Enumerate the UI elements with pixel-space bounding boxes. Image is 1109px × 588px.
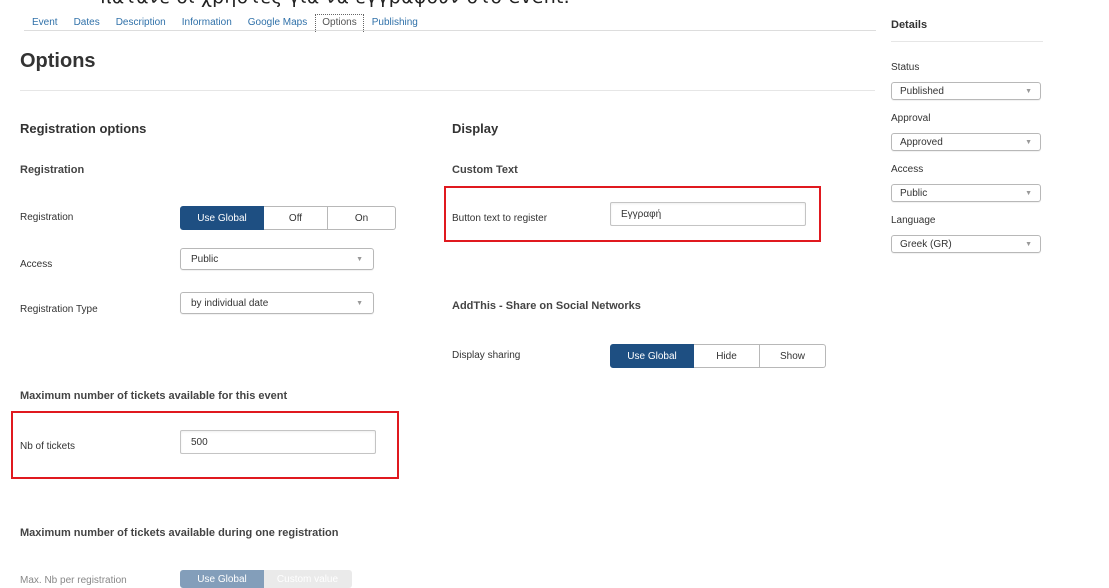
sharing-show-button[interactable]: Show <box>760 344 826 368</box>
caret-down-icon: ▼ <box>1025 138 1032 146</box>
details-access-select-value: Public <box>900 187 928 199</box>
tab-divider <box>24 30 876 31</box>
display-heading: Display <box>452 121 499 136</box>
details-heading: Details <box>891 19 928 31</box>
access-select[interactable]: Public ▼ <box>180 248 374 270</box>
display-sharing-toggle: Use Global Hide Show <box>610 344 826 368</box>
registration-type-value: by individual date <box>191 297 269 309</box>
caret-down-icon: ▼ <box>1025 87 1032 95</box>
page-title: Options <box>20 50 96 72</box>
custom-text-heading: Custom Text <box>452 164 518 176</box>
title-divider <box>20 90 875 91</box>
button-text-label: Button text to register <box>452 213 548 224</box>
max-use-global-button[interactable]: Use Global <box>180 570 264 588</box>
registration-type-select[interactable]: by individual date ▼ <box>180 292 374 314</box>
registration-options-heading: Registration options <box>20 121 147 136</box>
details-divider <box>891 41 1043 42</box>
details-access-label: Access <box>891 164 924 175</box>
registration-on-button[interactable]: On <box>328 206 396 230</box>
details-access-select[interactable]: Public ▼ <box>891 184 1041 202</box>
status-select-value: Published <box>900 85 944 97</box>
approval-select-value: Approved <box>900 136 943 148</box>
caret-down-icon: ▼ <box>1025 240 1032 248</box>
language-select[interactable]: Greek (GR) ▼ <box>891 235 1041 253</box>
registration-subheading: Registration <box>20 164 85 176</box>
button-text-input[interactable]: Εγγραφή <box>610 202 806 226</box>
registration-toggle: Use Global Off On <box>180 206 396 230</box>
max-custom-value-button[interactable]: Custom value <box>264 570 352 588</box>
language-label: Language <box>891 215 936 226</box>
registration-type-label: Registration Type <box>20 304 98 315</box>
status-label: Status <box>891 62 920 73</box>
max-tickets-event-heading: Maximum number of tickets available for … <box>20 390 288 402</box>
annotation-caption: πατανε οι χρηστες για να εγγραφουν στο e… <box>100 0 570 8</box>
addthis-heading: AddThis - Share on Social Networks <box>452 300 641 312</box>
registration-off-button[interactable]: Off <box>264 206 328 230</box>
registration-label: Registration <box>20 212 74 223</box>
sharing-use-global-button[interactable]: Use Global <box>610 344 694 368</box>
language-select-value: Greek (GR) <box>900 238 952 250</box>
sharing-hide-button[interactable]: Hide <box>694 344 760 368</box>
caret-down-icon: ▼ <box>356 255 363 263</box>
tab-bar: Event Dates Description Information Goog… <box>24 12 426 32</box>
caret-down-icon: ▼ <box>356 299 363 307</box>
nb-tickets-label: Nb of tickets <box>20 441 76 452</box>
max-tickets-registration-heading: Maximum number of tickets available duri… <box>20 527 339 539</box>
nb-tickets-input[interactable]: 500 <box>180 430 376 454</box>
display-sharing-label: Display sharing <box>452 350 521 361</box>
approval-label: Approval <box>891 113 931 124</box>
status-select[interactable]: Published ▼ <box>891 82 1041 100</box>
access-label: Access <box>20 259 53 270</box>
caret-down-icon: ▼ <box>1025 189 1032 197</box>
registration-use-global-button[interactable]: Use Global <box>180 206 264 230</box>
access-select-value: Public <box>191 253 219 265</box>
max-per-registration-label: Max. Nb per registration <box>20 575 127 586</box>
max-per-registration-toggle: Use Global Custom value <box>180 570 352 588</box>
approval-select[interactable]: Approved ▼ <box>891 133 1041 151</box>
